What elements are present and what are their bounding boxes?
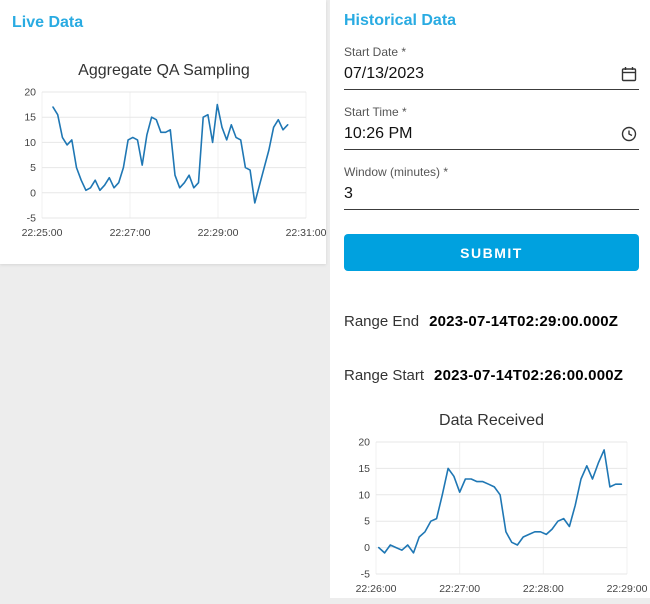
svg-text:22:25:00: 22:25:00 — [22, 227, 63, 239]
live-chart-block: Aggregate QA Sampling -5 0 5 10 15 20 22:25:00… — [10, 62, 327, 248]
svg-text:15: 15 — [358, 463, 370, 475]
data-received-chart-block: Data Received -5 0 5 10 15 20 22:26:00 22:27:00… — [344, 412, 648, 604]
submit-button[interactable]: SUBMIT — [344, 234, 639, 271]
svg-text:22:27:00: 22:27:00 — [110, 227, 151, 239]
live-data-title: Live Data — [12, 14, 84, 31]
start-time-value: 10:26 PM — [344, 125, 413, 142]
svg-text:22:31:00: 22:31:00 — [286, 227, 327, 239]
live-data-column: Live Data Aggregate QA Sampling -5 0 5 10 15… — [0, 0, 327, 598]
svg-text:22:29:00: 22:29:00 — [198, 227, 239, 239]
range-start-row: Range Start 2023-07-14T02:26:00.000Z — [344, 367, 639, 384]
svg-text:5: 5 — [364, 516, 370, 528]
start-time-field[interactable]: Start Time * 10:26 PM — [344, 105, 639, 150]
svg-text:5: 5 — [30, 162, 36, 174]
start-date-field[interactable]: Start Date * 07/13/2023 — [344, 45, 639, 90]
svg-text:-5: -5 — [361, 569, 370, 581]
range-start-value: 2023-07-14T02:26:00.000Z — [434, 367, 624, 384]
data-received-chart: -5 0 5 10 15 20 22:26:00 22:27:00 22:28:00 22:29:… — [356, 437, 648, 596]
live-chart-title: Aggregate QA Sampling — [78, 62, 250, 79]
data-received-chart-title: Data Received — [439, 412, 544, 429]
svg-text:22:28:00: 22:28:00 — [523, 583, 564, 595]
historical-data-panel: Historical Data Start Date * 07/13/2023 … — [330, 0, 650, 598]
range-end-value: 2023-07-14T02:29:00.000Z — [429, 313, 619, 330]
app: Live Data Aggregate QA Sampling -5 0 5 10 15… — [0, 0, 650, 598]
svg-text:0: 0 — [30, 187, 36, 199]
start-date-input[interactable]: 07/13/2023 — [344, 59, 639, 90]
svg-text:22:26:00: 22:26:00 — [356, 583, 397, 595]
window-minutes-label: Window (minutes) * — [344, 165, 449, 179]
window-minutes-input[interactable]: 3 — [344, 179, 639, 210]
live-data-chart: -5 0 5 10 15 20 22:25:00 22:27:00 22:29:00 22:31:… — [22, 87, 327, 240]
range-end-row: Range End 2023-07-14T02:29:00.000Z — [344, 313, 639, 330]
svg-text:22:29:00: 22:29:00 — [607, 583, 648, 595]
window-minutes-value: 3 — [344, 185, 353, 202]
svg-text:10: 10 — [24, 137, 36, 149]
svg-text:10: 10 — [358, 489, 370, 501]
window-minutes-field[interactable]: Window (minutes) * 3 — [344, 165, 639, 210]
svg-text:20: 20 — [24, 87, 36, 99]
svg-text:20: 20 — [358, 437, 370, 449]
clock-icon[interactable] — [621, 126, 637, 142]
historical-data-title: Historical Data — [344, 12, 457, 29]
svg-text:-5: -5 — [27, 213, 36, 225]
start-date-label: Start Date * — [344, 45, 407, 59]
start-time-label: Start Time * — [344, 105, 407, 119]
start-date-value: 07/13/2023 — [344, 65, 425, 82]
range-start-label: Range Start — [344, 367, 425, 384]
live-data-panel: Live Data Aggregate QA Sampling -5 0 5 10 15… — [0, 0, 327, 264]
calendar-icon[interactable] — [621, 66, 637, 82]
svg-text:0: 0 — [364, 542, 370, 554]
svg-text:22:27:00: 22:27:00 — [439, 583, 480, 595]
range-end-label: Range End — [344, 313, 420, 330]
start-time-input[interactable]: 10:26 PM — [344, 119, 639, 150]
svg-text:15: 15 — [24, 112, 36, 124]
